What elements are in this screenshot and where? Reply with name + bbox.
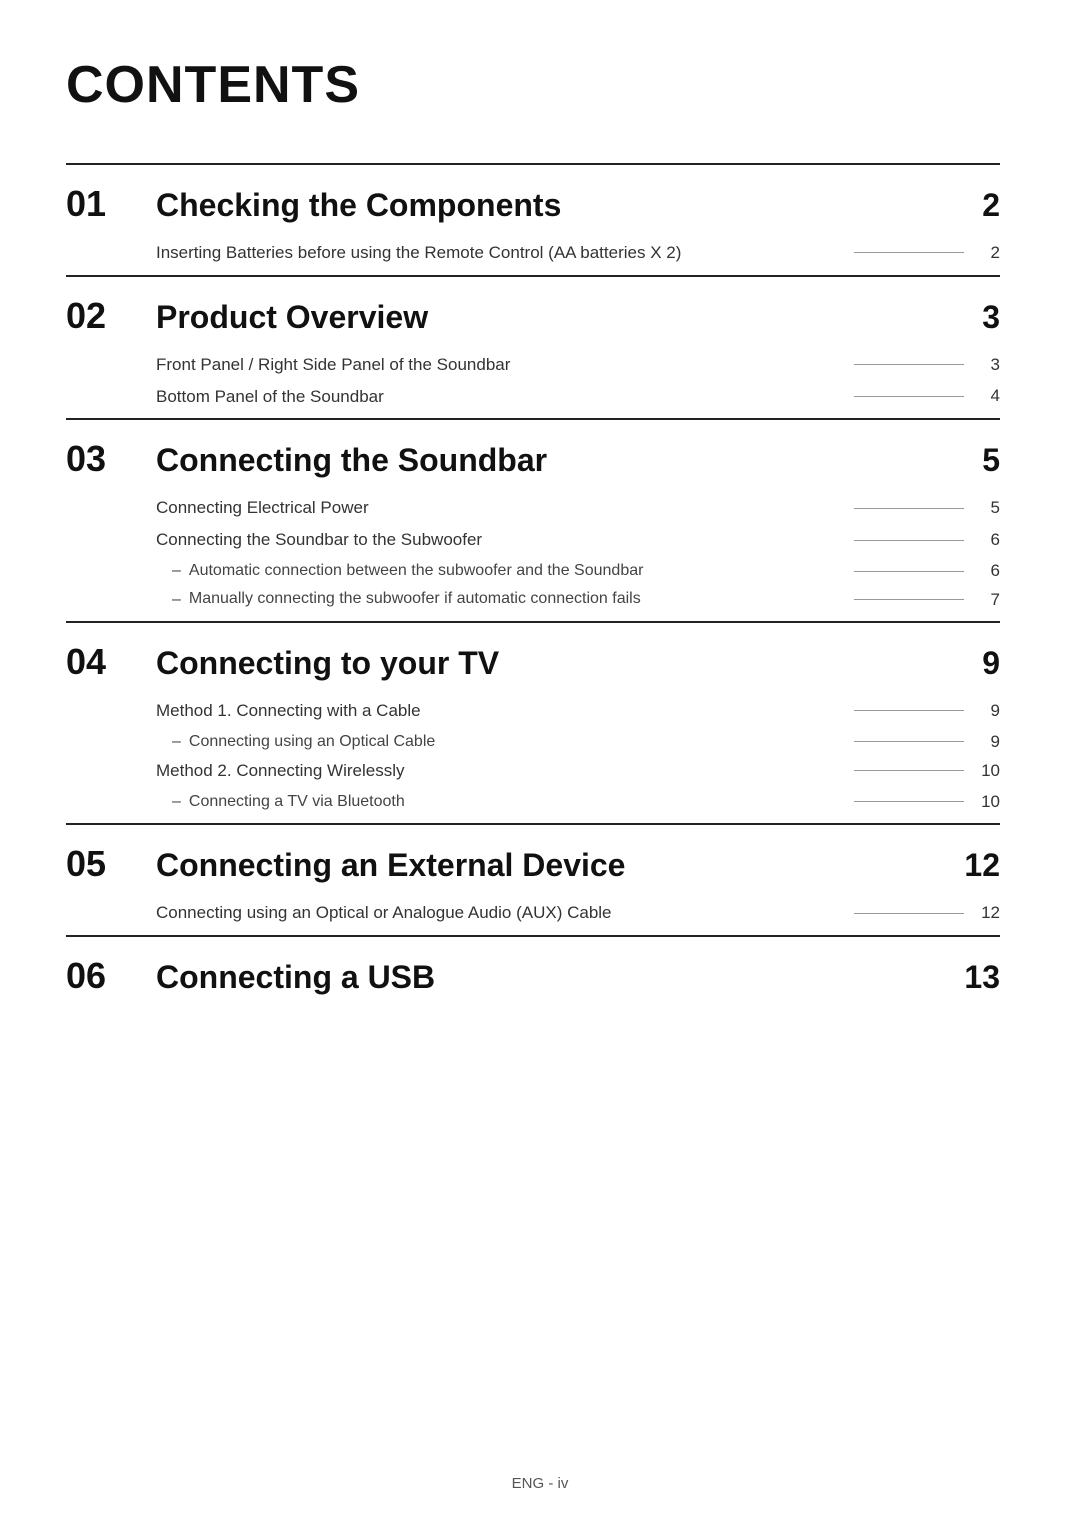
list-item: Method 2. Connecting Wirelessly 10 bbox=[156, 759, 1000, 783]
toc-entry-page: 5 bbox=[976, 498, 1000, 518]
section-page-05: 12 bbox=[964, 847, 1000, 884]
toc-sub-entry-label: Connecting a TV via Bluetooth bbox=[189, 791, 842, 813]
section-title-04: Connecting to your TV bbox=[156, 645, 982, 682]
section-page-02: 3 bbox=[982, 299, 1000, 336]
toc-sub-entry-dots bbox=[854, 801, 964, 802]
toc-entry-dots bbox=[854, 396, 964, 397]
list-item: Connecting using an Optical or Analogue … bbox=[156, 901, 1000, 925]
section-page-04: 9 bbox=[982, 645, 1000, 682]
toc-entry-page: 3 bbox=[976, 355, 1000, 375]
toc-entry-dots bbox=[854, 252, 964, 253]
toc-entry-page: 6 bbox=[976, 530, 1000, 550]
toc-entry-label: Bottom Panel of the Soundbar bbox=[156, 385, 842, 409]
section-header-06: 06Connecting a USB13 bbox=[66, 935, 1000, 997]
page-title: CONTENTS bbox=[66, 55, 1000, 115]
sub-dash-icon: – bbox=[172, 733, 181, 751]
toc-entry-label: Method 2. Connecting Wirelessly bbox=[156, 759, 842, 783]
toc-section-01: 01Checking the Components2Inserting Batt… bbox=[66, 163, 1000, 265]
section-number-03: 03 bbox=[66, 438, 156, 480]
section-title-05: Connecting an External Device bbox=[156, 847, 964, 884]
toc-sub-entry-page: 7 bbox=[976, 590, 1000, 610]
toc-sub-entry-page: 6 bbox=[976, 561, 1000, 581]
toc-sub-entry-dots bbox=[854, 571, 964, 572]
toc-entry-page: 12 bbox=[976, 903, 1000, 923]
section-page-06: 13 bbox=[964, 959, 1000, 996]
section-number-04: 04 bbox=[66, 641, 156, 683]
entries-01: Inserting Batteries before using the Rem… bbox=[66, 241, 1000, 265]
toc-container: 01Checking the Components2Inserting Batt… bbox=[66, 163, 1000, 997]
toc-section-03: 03Connecting the Soundbar5Connecting Ele… bbox=[66, 418, 1000, 610]
list-item: –Manually connecting the subwoofer if au… bbox=[156, 588, 1000, 610]
section-number-02: 02 bbox=[66, 295, 156, 337]
toc-sub-entry-dots bbox=[854, 599, 964, 600]
toc-entry-dots bbox=[854, 508, 964, 509]
section-number-01: 01 bbox=[66, 183, 156, 225]
toc-entry-dots bbox=[854, 540, 964, 541]
section-number-05: 05 bbox=[66, 843, 156, 885]
list-item: Connecting the Soundbar to the Subwoofer… bbox=[156, 528, 1000, 552]
toc-sub-entry-dots bbox=[854, 741, 964, 742]
section-title-02: Product Overview bbox=[156, 299, 982, 336]
entries-03: Connecting Electrical Power 5 Connecting t… bbox=[66, 496, 1000, 610]
toc-sub-entry-label: Automatic connection between the subwoof… bbox=[189, 560, 842, 582]
list-item: –Connecting a TV via Bluetooth 10 bbox=[156, 791, 1000, 813]
toc-entry-page: 9 bbox=[976, 701, 1000, 721]
section-number-06: 06 bbox=[66, 955, 156, 997]
toc-entry-page: 4 bbox=[976, 386, 1000, 406]
toc-section-05: 05Connecting an External Device12Connect… bbox=[66, 823, 1000, 925]
list-item: Bottom Panel of the Soundbar 4 bbox=[156, 385, 1000, 409]
section-header-03: 03Connecting the Soundbar5 bbox=[66, 418, 1000, 480]
section-header-04: 04Connecting to your TV9 bbox=[66, 621, 1000, 683]
sub-dash-icon: – bbox=[172, 793, 181, 811]
toc-entry-dots bbox=[854, 364, 964, 365]
list-item: Front Panel / Right Side Panel of the So… bbox=[156, 353, 1000, 377]
toc-entry-label: Front Panel / Right Side Panel of the So… bbox=[156, 353, 842, 377]
section-header-02: 02Product Overview3 bbox=[66, 275, 1000, 337]
section-title-03: Connecting the Soundbar bbox=[156, 442, 982, 479]
section-title-01: Checking the Components bbox=[156, 187, 982, 224]
toc-sub-entry-label: Manually connecting the subwoofer if aut… bbox=[189, 588, 842, 610]
entries-04: Method 1. Connecting with a Cable9–Conne… bbox=[66, 699, 1000, 813]
entries-05: Connecting using an Optical or Analogue … bbox=[66, 901, 1000, 925]
sub-dash-icon: – bbox=[172, 562, 181, 580]
toc-entry-label: Connecting using an Optical or Analogue … bbox=[156, 901, 842, 925]
section-title-06: Connecting a USB bbox=[156, 959, 964, 996]
toc-entry-dots bbox=[854, 770, 964, 771]
toc-sub-entry-page: 10 bbox=[976, 792, 1000, 812]
toc-section-02: 02Product Overview3Front Panel / Right S… bbox=[66, 275, 1000, 409]
entries-02: Front Panel / Right Side Panel of the So… bbox=[66, 353, 1000, 409]
toc-entry-label: Method 1. Connecting with a Cable bbox=[156, 699, 842, 723]
sub-dash-icon: – bbox=[172, 591, 181, 609]
list-item: Connecting Electrical Power 5 bbox=[156, 496, 1000, 520]
list-item: –Automatic connection between the subwoo… bbox=[156, 560, 1000, 582]
toc-section-06: 06Connecting a USB13 bbox=[66, 935, 1000, 997]
toc-entry-label: Inserting Batteries before using the Rem… bbox=[156, 241, 842, 265]
page: CONTENTS 01Checking the Components2Inser… bbox=[0, 0, 1080, 1532]
toc-entry-page: 10 bbox=[976, 761, 1000, 781]
toc-entry-dots bbox=[854, 913, 964, 914]
section-header-01: 01Checking the Components2 bbox=[66, 163, 1000, 225]
toc-entry-label: Connecting Electrical Power bbox=[156, 496, 842, 520]
list-item: –Connecting using an Optical Cable 9 bbox=[156, 731, 1000, 753]
list-item: Inserting Batteries before using the Rem… bbox=[156, 241, 1000, 265]
toc-entry-dots bbox=[854, 710, 964, 711]
toc-entry-page: 2 bbox=[976, 243, 1000, 263]
list-item: Method 1. Connecting with a Cable 9 bbox=[156, 699, 1000, 723]
section-header-05: 05Connecting an External Device12 bbox=[66, 823, 1000, 885]
footer: ENG - iv bbox=[0, 1475, 1080, 1492]
section-page-01: 2 bbox=[982, 187, 1000, 224]
toc-sub-entry-page: 9 bbox=[976, 732, 1000, 752]
toc-entry-label: Connecting the Soundbar to the Subwoofer bbox=[156, 528, 842, 552]
toc-sub-entry-label: Connecting using an Optical Cable bbox=[189, 731, 842, 753]
section-page-03: 5 bbox=[982, 442, 1000, 479]
toc-section-04: 04Connecting to your TV9Method 1. Connec… bbox=[66, 621, 1000, 813]
